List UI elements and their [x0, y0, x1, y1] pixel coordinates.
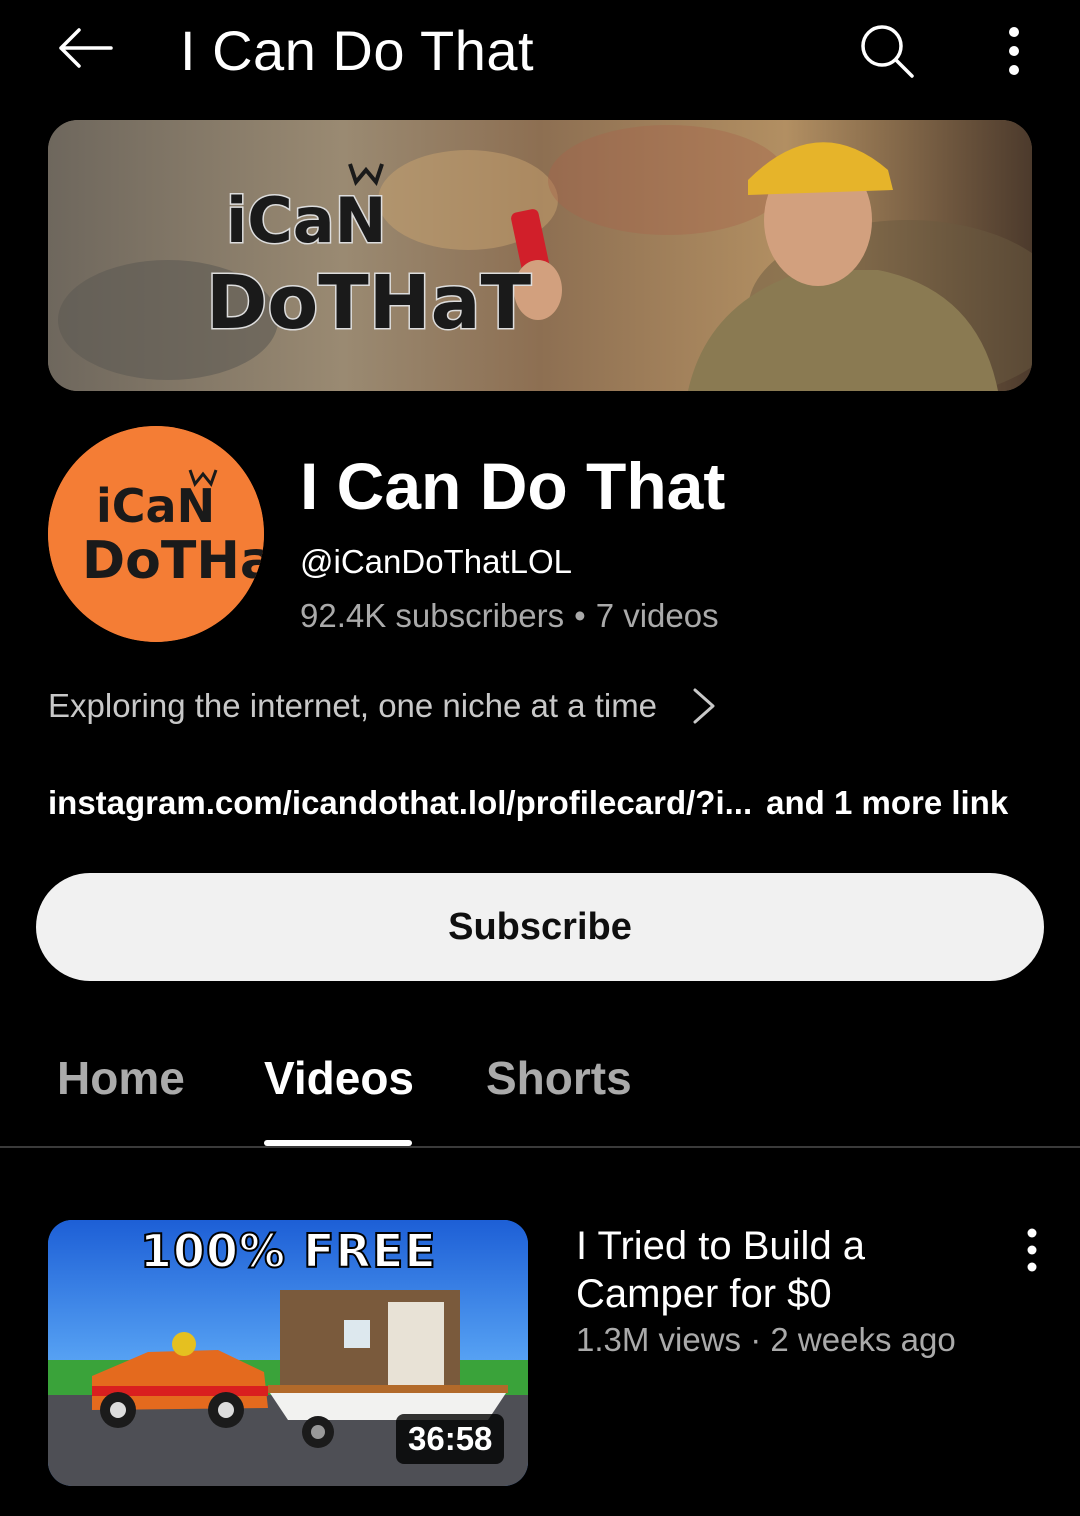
chevron-right-icon: [691, 682, 721, 730]
subscriber-count: 92.4K subscribers: [300, 597, 565, 634]
tab-videos[interactable]: Videos: [264, 1050, 414, 1106]
more-links[interactable]: and 1 more link: [766, 784, 1008, 821]
back-button[interactable]: [52, 20, 118, 76]
description-text: Exploring the internet, one niche at a t…: [48, 687, 658, 724]
channel-link[interactable]: instagram.com/icandothat.lol/profilecard…: [48, 784, 752, 821]
video-title[interactable]: I Tried to Build a Camper for $0: [576, 1222, 976, 1318]
top-app-bar: I Can Do That: [0, 0, 1080, 100]
subscribe-button[interactable]: Subscribe: [36, 873, 1044, 981]
active-tab-indicator: [264, 1140, 412, 1146]
channel-description[interactable]: Exploring the internet, one niche at a t…: [48, 682, 721, 730]
channel-banner: iCaN DoTHaT: [48, 120, 1032, 391]
tab-shorts[interactable]: Shorts: [486, 1050, 632, 1106]
svg-text:iCaN: iCaN: [226, 184, 386, 257]
arrow-left-icon: [59, 28, 113, 68]
channel-name: I Can Do That: [300, 449, 726, 523]
video-views: 1.3M views: [576, 1321, 742, 1358]
channel-tabs: Home Videos Shorts: [0, 1030, 1080, 1148]
video-more-button[interactable]: [1010, 1220, 1054, 1280]
video-meta: 1.3M views · 2 weeks ago: [576, 1318, 956, 1362]
svg-text:iCaN: iCaN: [96, 479, 215, 533]
channel-handle: @iCanDoThatLOL: [300, 543, 572, 580]
search-button[interactable]: [852, 18, 922, 84]
more-vertical-icon: [1027, 1228, 1037, 1272]
video-duration: 36:58: [396, 1414, 505, 1464]
more-vertical-icon: [1009, 27, 1019, 75]
video-count: 7 videos: [595, 597, 719, 634]
channel-avatar[interactable]: iCaN DoTHaT: [48, 426, 264, 642]
video-list-item[interactable]: 100% FREE 36:58 I Tried to Build a Campe…: [0, 1220, 1080, 1486]
tab-home[interactable]: Home: [57, 1050, 185, 1106]
channel-stats: 92.4K subscribers • 7 videos: [300, 594, 719, 638]
channel-links[interactable]: instagram.com/icandothat.lol/profilecard…: [48, 780, 1008, 826]
separator-dot: •: [574, 597, 586, 634]
svg-text:DoTHaT: DoTHaT: [82, 531, 264, 591]
search-icon: [861, 25, 914, 78]
separator-dot: ·: [750, 1321, 762, 1358]
thumbnail-caption: 100% FREE: [139, 1223, 437, 1279]
more-options-button[interactable]: [990, 18, 1038, 84]
svg-text:DoTHaT: DoTHaT: [206, 260, 532, 346]
page-title: I Can Do That: [180, 19, 535, 82]
video-age: 2 weeks ago: [770, 1321, 956, 1358]
